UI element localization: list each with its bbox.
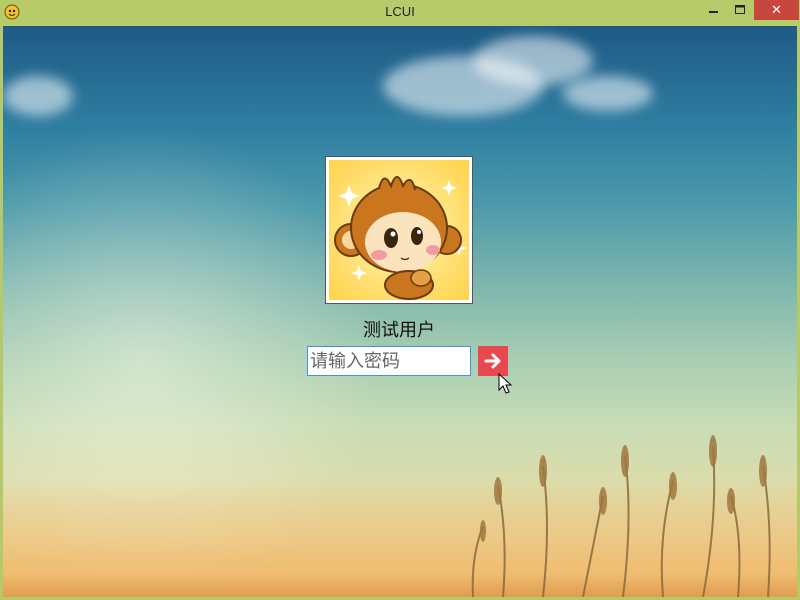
minimize-button[interactable] bbox=[702, 0, 726, 20]
maximize-button[interactable] bbox=[727, 0, 753, 20]
login-submit-button[interactable] bbox=[478, 346, 508, 376]
title-bar[interactable]: LCUI ✕ bbox=[0, 0, 800, 26]
username-label: 测试用户 bbox=[363, 320, 435, 341]
wheat-grass-decoration bbox=[471, 435, 771, 597]
mouse-cursor-icon bbox=[498, 373, 512, 394]
window-title: LCUI bbox=[385, 4, 415, 19]
close-button[interactable]: ✕ bbox=[754, 0, 799, 20]
login-panel-background: 测试用户 bbox=[3, 26, 797, 597]
minimize-icon bbox=[709, 11, 718, 13]
password-input[interactable] bbox=[307, 346, 471, 376]
arrow-right-icon bbox=[484, 353, 501, 369]
app-window: LCUI ✕ 测试用户 请输入密码 bbox=[0, 0, 800, 600]
avatar bbox=[329, 160, 469, 300]
maximize-icon bbox=[734, 5, 745, 14]
monkey-avatar-icon bbox=[334, 176, 467, 300]
avatar-frame bbox=[325, 156, 473, 304]
close-icon: ✕ bbox=[771, 2, 782, 18]
